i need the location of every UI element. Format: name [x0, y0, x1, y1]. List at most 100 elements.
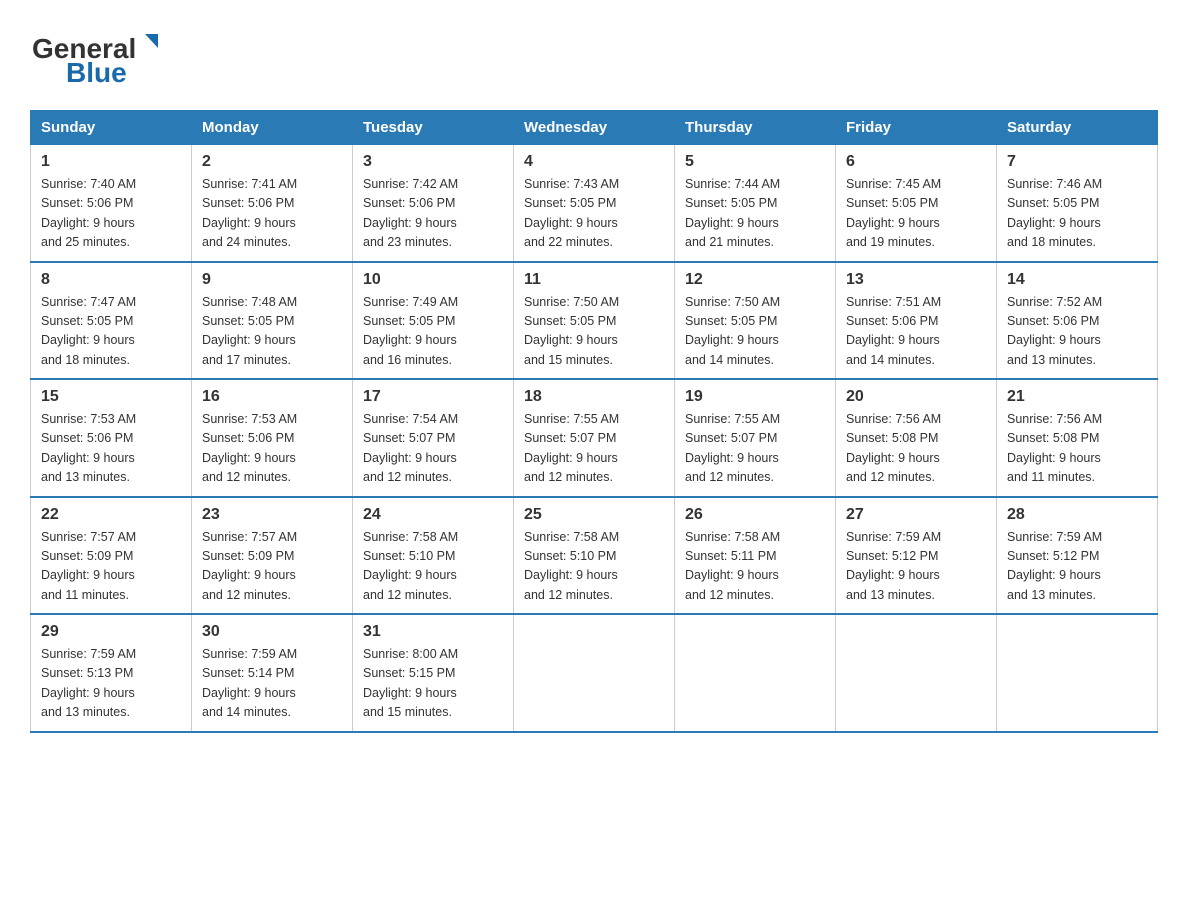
day-number: 8: [41, 271, 181, 289]
day-number: 18: [524, 388, 664, 406]
day-number: 12: [685, 271, 825, 289]
day-info: Sunrise: 7:58 AMSunset: 5:11 PMDaylight:…: [685, 528, 825, 606]
day-cell-4: 4Sunrise: 7:43 AMSunset: 5:05 PMDaylight…: [514, 145, 675, 262]
weekday-header-tuesday: Tuesday: [353, 111, 514, 145]
week-row-2: 8 Sunrise: 7:47 AMSunset: 5:05 PMDaylight…: [31, 262, 1158, 380]
day-number: 24: [363, 506, 503, 524]
day-cell-29: 29 Sunrise: 7:59 AMSunset: 5:13 PMDayligh…: [31, 614, 192, 732]
day-cell-30: 30 Sunrise: 7:59 AMSunset: 5:14 PMDayligh…: [192, 614, 353, 732]
day-info: Sunrise: 7:50 AMSunset: 5:05 PMDaylight:…: [685, 293, 825, 371]
day-number: 23: [202, 506, 342, 524]
week-row-5: 29 Sunrise: 7:59 AMSunset: 5:13 PMDayligh…: [31, 614, 1158, 732]
day-number: 11: [524, 271, 664, 289]
day-number: 15: [41, 388, 181, 406]
day-info: Sunrise: 7:53 AMSunset: 5:06 PMDaylight:…: [202, 410, 342, 488]
day-cell-16: 16 Sunrise: 7:53 AMSunset: 5:06 PMDayligh…: [192, 379, 353, 497]
day-info: Sunrise: 7:46 AMSunset: 5:05 PMDaylight:…: [1007, 175, 1147, 253]
logo: General Blue: [30, 20, 170, 90]
day-number: 27: [846, 506, 986, 524]
day-info: Sunrise: 7:58 AMSunset: 5:10 PMDaylight:…: [524, 528, 664, 606]
day-cell-13: 13Sunrise: 7:51 AMSunset: 5:06 PMDayligh…: [836, 262, 997, 380]
day-info: Sunrise: 7:59 AMSunset: 5:12 PMDaylight:…: [846, 528, 986, 606]
day-info: Sunrise: 7:40 AMSunset: 5:06 PMDaylight:…: [41, 175, 181, 253]
day-cell-26: 26 Sunrise: 7:58 AMSunset: 5:11 PMDayligh…: [675, 497, 836, 615]
day-cell-2: 2 Sunrise: 7:41 AMSunset: 5:06 PMDaylight…: [192, 145, 353, 262]
day-number: 6: [846, 153, 986, 171]
day-info: Sunrise: 7:50 AMSunset: 5:05 PMDaylight:…: [524, 293, 664, 371]
day-number: 29: [41, 623, 181, 641]
day-cell-14: 14 Sunrise: 7:52 AMSunset: 5:06 PMDayligh…: [997, 262, 1158, 380]
day-cell-19: 19Sunrise: 7:55 AMSunset: 5:07 PMDayligh…: [675, 379, 836, 497]
day-info: Sunrise: 7:44 AMSunset: 5:05 PMDaylight:…: [685, 175, 825, 253]
day-number: 1: [41, 153, 181, 171]
day-cell-1: 1 Sunrise: 7:40 AMSunset: 5:06 PMDaylight…: [31, 145, 192, 262]
day-info: Sunrise: 7:56 AMSunset: 5:08 PMDaylight:…: [1007, 410, 1147, 488]
week-row-3: 15 Sunrise: 7:53 AMSunset: 5:06 PMDayligh…: [31, 379, 1158, 497]
weekday-header-row: SundayMondayTuesdayWednesdayThursdayFrid…: [31, 111, 1158, 145]
logo-svg: General Blue: [30, 20, 170, 90]
weekday-header-friday: Friday: [836, 111, 997, 145]
day-info: Sunrise: 8:00 AMSunset: 5:15 PMDaylight:…: [363, 645, 503, 723]
day-number: 28: [1007, 506, 1147, 524]
day-info: Sunrise: 7:52 AMSunset: 5:06 PMDaylight:…: [1007, 293, 1147, 371]
day-number: 16: [202, 388, 342, 406]
day-info: Sunrise: 7:43 AMSunset: 5:05 PMDaylight:…: [524, 175, 664, 253]
day-cell-3: 3 Sunrise: 7:42 AMSunset: 5:06 PMDaylight…: [353, 145, 514, 262]
day-info: Sunrise: 7:45 AMSunset: 5:05 PMDaylight:…: [846, 175, 986, 253]
day-cell-23: 23 Sunrise: 7:57 AMSunset: 5:09 PMDayligh…: [192, 497, 353, 615]
day-cell-7: 7 Sunrise: 7:46 AMSunset: 5:05 PMDaylight…: [997, 145, 1158, 262]
day-info: Sunrise: 7:48 AMSunset: 5:05 PMDaylight:…: [202, 293, 342, 371]
weekday-header-sunday: Sunday: [31, 111, 192, 145]
day-info: Sunrise: 7:59 AMSunset: 5:14 PMDaylight:…: [202, 645, 342, 723]
day-cell-18: 18Sunrise: 7:55 AMSunset: 5:07 PMDayligh…: [514, 379, 675, 497]
day-cell-20: 20 Sunrise: 7:56 AMSunset: 5:08 PMDayligh…: [836, 379, 997, 497]
day-cell-6: 6 Sunrise: 7:45 AMSunset: 5:05 PMDaylight…: [836, 145, 997, 262]
day-info: Sunrise: 7:56 AMSunset: 5:08 PMDaylight:…: [846, 410, 986, 488]
day-cell-17: 17Sunrise: 7:54 AMSunset: 5:07 PMDayligh…: [353, 379, 514, 497]
day-cell-12: 12 Sunrise: 7:50 AMSunset: 5:05 PMDayligh…: [675, 262, 836, 380]
day-cell-28: 28Sunrise: 7:59 AMSunset: 5:12 PMDayligh…: [997, 497, 1158, 615]
day-number: 21: [1007, 388, 1147, 406]
day-number: 7: [1007, 153, 1147, 171]
empty-cell-w4-3: [514, 614, 675, 732]
day-number: 25: [524, 506, 664, 524]
day-number: 14: [1007, 271, 1147, 289]
day-number: 20: [846, 388, 986, 406]
day-info: Sunrise: 7:57 AMSunset: 5:09 PMDaylight:…: [202, 528, 342, 606]
week-row-1: 1 Sunrise: 7:40 AMSunset: 5:06 PMDaylight…: [31, 145, 1158, 262]
day-info: Sunrise: 7:53 AMSunset: 5:06 PMDaylight:…: [41, 410, 181, 488]
weekday-header-saturday: Saturday: [997, 111, 1158, 145]
day-info: Sunrise: 7:42 AMSunset: 5:06 PMDaylight:…: [363, 175, 503, 253]
day-info: Sunrise: 7:47 AMSunset: 5:05 PMDaylight:…: [41, 293, 181, 371]
day-number: 10: [363, 271, 503, 289]
day-info: Sunrise: 7:57 AMSunset: 5:09 PMDaylight:…: [41, 528, 181, 606]
day-number: 9: [202, 271, 342, 289]
day-cell-9: 9 Sunrise: 7:48 AMSunset: 5:05 PMDaylight…: [192, 262, 353, 380]
day-cell-5: 5 Sunrise: 7:44 AMSunset: 5:05 PMDaylight…: [675, 145, 836, 262]
day-number: 17: [363, 388, 503, 406]
day-cell-11: 11 Sunrise: 7:50 AMSunset: 5:05 PMDayligh…: [514, 262, 675, 380]
day-number: 31: [363, 623, 503, 641]
day-cell-8: 8 Sunrise: 7:47 AMSunset: 5:05 PMDaylight…: [31, 262, 192, 380]
day-info: Sunrise: 7:55 AMSunset: 5:07 PMDaylight:…: [685, 410, 825, 488]
day-number: 30: [202, 623, 342, 641]
svg-text:Blue: Blue: [66, 57, 127, 88]
day-cell-15: 15 Sunrise: 7:53 AMSunset: 5:06 PMDayligh…: [31, 379, 192, 497]
day-cell-24: 24Sunrise: 7:58 AMSunset: 5:10 PMDayligh…: [353, 497, 514, 615]
day-number: 5: [685, 153, 825, 171]
day-info: Sunrise: 7:49 AMSunset: 5:05 PMDaylight:…: [363, 293, 503, 371]
weekday-header-monday: Monday: [192, 111, 353, 145]
calendar-table: SundayMondayTuesdayWednesdayThursdayFrid…: [30, 110, 1158, 733]
day-info: Sunrise: 7:51 AMSunset: 5:06 PMDaylight:…: [846, 293, 986, 371]
empty-cell-w4-6: [997, 614, 1158, 732]
weekday-header-wednesday: Wednesday: [514, 111, 675, 145]
weekday-header-thursday: Thursday: [675, 111, 836, 145]
day-number: 3: [363, 153, 503, 171]
day-cell-22: 22Sunrise: 7:57 AMSunset: 5:09 PMDayligh…: [31, 497, 192, 615]
empty-cell-w4-4: [675, 614, 836, 732]
day-info: Sunrise: 7:59 AMSunset: 5:13 PMDaylight:…: [41, 645, 181, 723]
day-number: 2: [202, 153, 342, 171]
day-cell-31: 31 Sunrise: 8:00 AMSunset: 5:15 PMDayligh…: [353, 614, 514, 732]
day-info: Sunrise: 7:41 AMSunset: 5:06 PMDaylight:…: [202, 175, 342, 253]
day-number: 26: [685, 506, 825, 524]
